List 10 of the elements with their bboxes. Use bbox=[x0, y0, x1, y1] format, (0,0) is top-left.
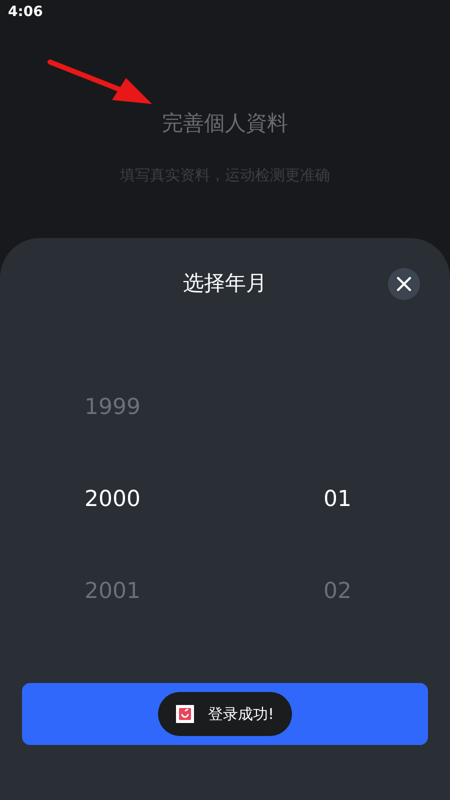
status-time: 4:06 bbox=[8, 3, 43, 22]
picker-option[interactable]: 2000 bbox=[84, 482, 140, 516]
confirm-button[interactable]: 登录成功! bbox=[22, 683, 428, 745]
sheet-title: 选择年月 bbox=[183, 270, 267, 298]
picker-option[interactable]: 01 bbox=[324, 482, 352, 516]
close-button[interactable] bbox=[388, 268, 420, 300]
toast-message: 登录成功! bbox=[208, 704, 274, 725]
app-icon bbox=[176, 705, 194, 723]
close-icon bbox=[397, 277, 411, 291]
page-title: 完善個人資料 bbox=[162, 110, 288, 137]
